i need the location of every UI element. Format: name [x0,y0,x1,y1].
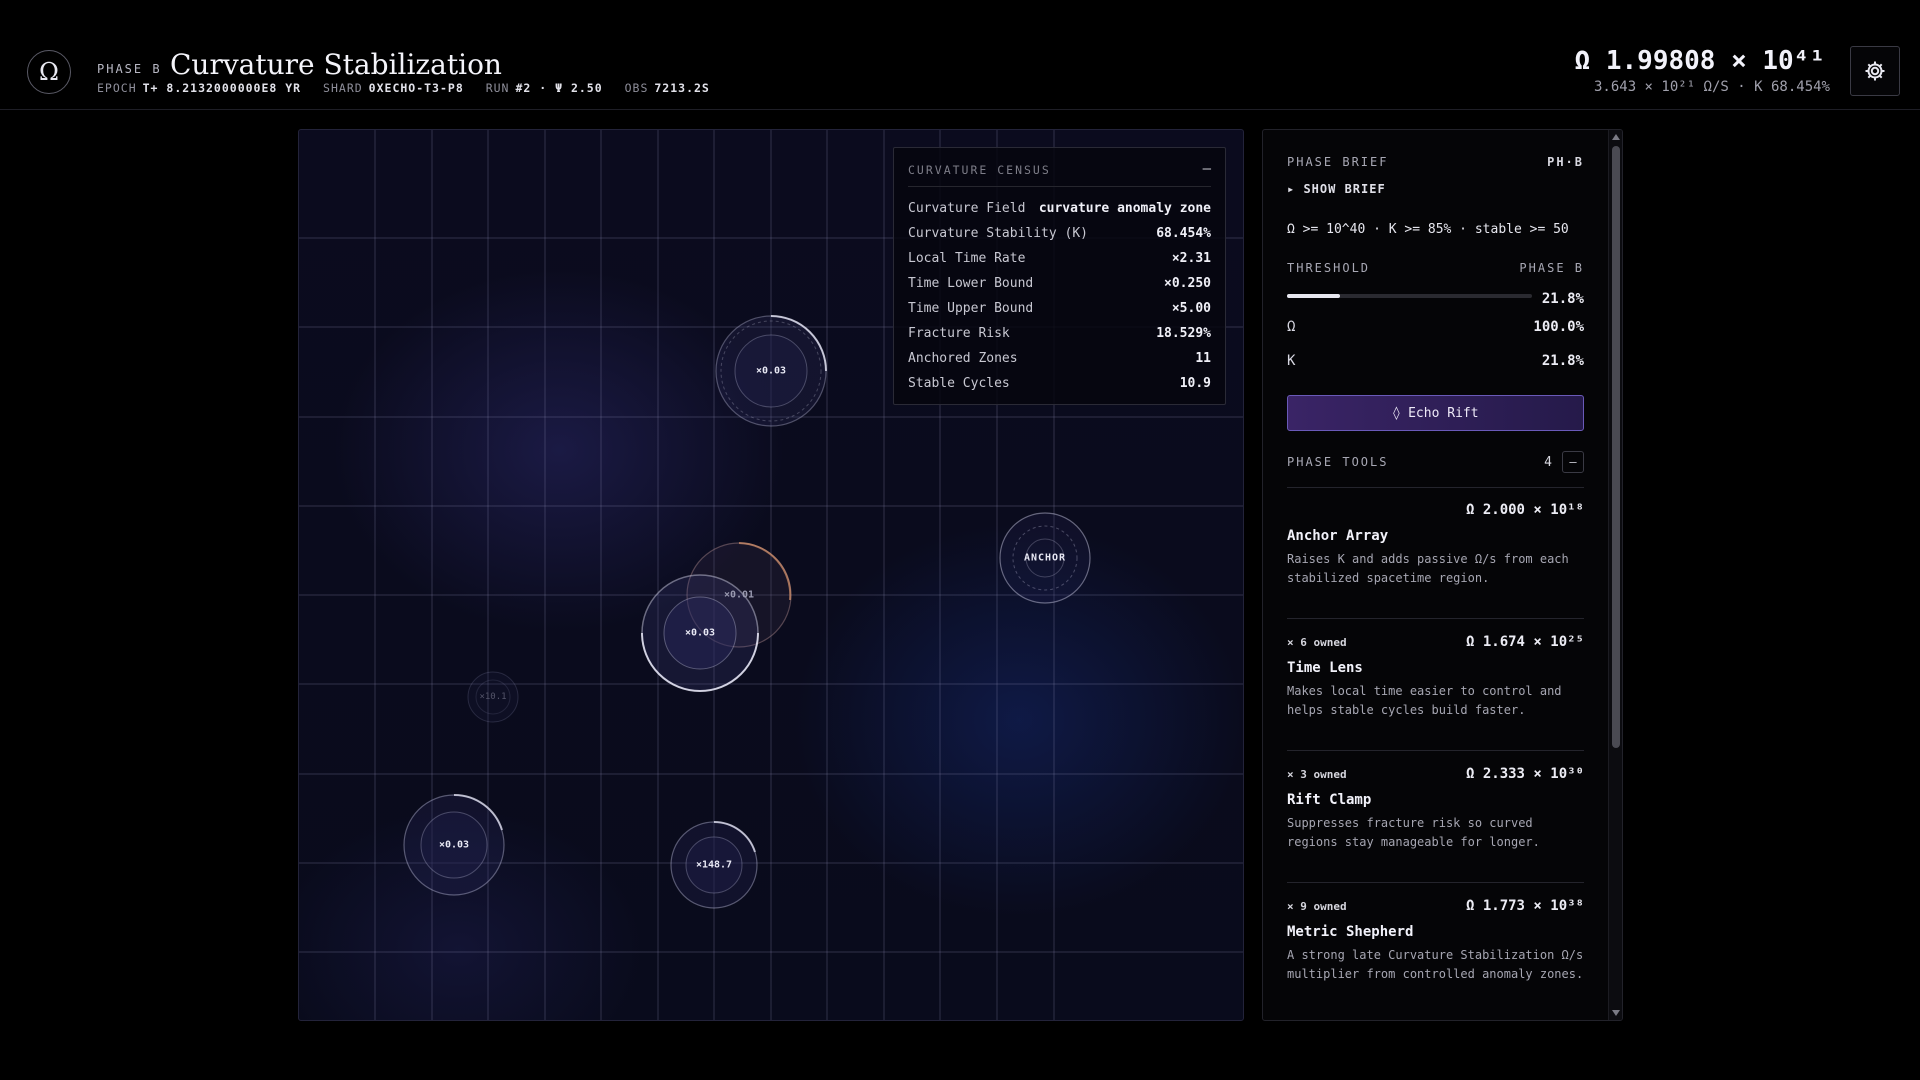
scroll-down-arrow-icon[interactable] [1612,1010,1620,1016]
census-key: Stable Cycles [908,376,1010,391]
threshold-percent: 21.8% [1541,291,1584,307]
tool-name: Metric Shepherd [1287,924,1414,940]
epoch-label: EPOCH [97,81,137,95]
tool-name: Anchor Array [1287,528,1389,544]
scrollbar-thumb[interactable] [1612,146,1620,748]
k-progress-value: 21.8% [1541,353,1584,369]
census-value: 10.9 [1179,376,1211,391]
gear-icon [1865,61,1885,81]
census-value: 68.454% [1156,226,1211,241]
census-value: 11 [1195,351,1211,366]
node-multiplier-label: ×148.7 [695,859,733,871]
tool-owned-count: × 9 owned [1287,899,1347,913]
census-row: Stable Cycles 10.9 [908,371,1211,396]
top-bar: Ω PHASE B Curvature Stabilization EPOCH T… [0,0,1920,110]
tools-count: 4 [1544,454,1552,470]
show-brief-toggle[interactable]: ▸ SHOW BRIEF [1287,182,1584,196]
curvature-census-panel: CURVATURE CENSUS – Curvature Field curvat… [893,147,1226,405]
divider [1287,487,1584,488]
tool-owned-count: × 6 owned [1287,635,1347,649]
obs-value: 7213.2S [654,81,710,95]
phase-goal: Ω >= 10^40 · K >= 85% · stable >= 50 [1287,222,1569,237]
divider [1287,882,1584,883]
census-row: Fracture Risk 18.529% [908,321,1211,346]
tool-cost: Ω 2.000 × 10¹⁸ [1465,502,1584,518]
census-collapse-button[interactable]: – [1203,161,1211,177]
node-multiplier-label: ×0.01 [723,589,755,601]
census-value: ×0.250 [1164,276,1211,291]
run-label: RUN [485,81,510,95]
tool-description: A strong late Curvature Stabilization Ω/… [1287,948,1584,981]
divider [1287,750,1584,751]
tool-card-metric-shepherd[interactable]: × 9 owned Ω 1.773 × 10³⁸ Metric Shepherd… [1287,898,1584,984]
omega-total: Ω 1.99808 × 10⁴¹ [1574,46,1825,76]
census-value: ×5.00 [1171,301,1211,316]
census-key: Time Upper Bound [908,301,1034,316]
tools-collapse-button[interactable]: – [1562,451,1584,473]
node-multiplier-label: ×0.03 [684,627,716,639]
page-title: Curvature Stabilization [170,48,502,81]
tool-description: Makes local time easier to control and h… [1287,684,1562,717]
run-value: #2 · Ψ 2.50 [515,81,603,95]
census-key: Anchored Zones [908,351,1018,366]
census-row: Local Time Rate ×2.31 [908,246,1211,271]
omega-progress-value: 100.0% [1533,319,1584,335]
census-value: ×2.31 [1171,251,1211,266]
scrollbar[interactable] [1608,130,1622,1020]
census-row: Curvature Stability (K) 68.454% [908,221,1211,246]
run-meta: EPOCH T+ 8.2132000000E8 YR SHARD 0XECHO-T3… [97,81,724,95]
threshold-label: THRESHOLD [1287,261,1371,275]
census-key: Fracture Risk [908,326,1010,341]
node-multiplier-label: ×0.03 [438,839,470,851]
scroll-up-arrow-icon[interactable] [1612,134,1620,140]
obs-label: OBS [624,81,649,95]
divider [1287,618,1584,619]
census-row: Curvature Field curvature anomaly zone [908,196,1211,221]
omega-logo-icon: Ω [27,50,71,94]
echo-rift-button[interactable]: ◊ Echo Rift [1287,395,1584,431]
census-key: Curvature Stability (K) [908,226,1089,241]
tool-card-time-lens[interactable]: × 6 owned Ω 1.674 × 10²⁵ Time Lens Makes… [1287,634,1584,720]
tool-cost: Ω 1.674 × 10²⁵ [1465,634,1584,650]
tool-name: Rift Clamp [1287,792,1372,808]
census-row: Time Lower Bound ×0.250 [908,271,1211,296]
omega-progress-label: Ω [1287,319,1296,335]
tool-name: Time Lens [1287,660,1363,676]
census-title: CURVATURE CENSUS [908,163,1051,177]
phase-tools-label: PHASE TOOLS [1287,455,1389,469]
tool-cost: Ω 1.773 × 10³⁸ [1465,898,1584,914]
settings-button[interactable] [1850,46,1900,96]
shard-label: SHARD [323,81,363,95]
tool-cost: Ω 2.333 × 10³⁰ [1465,766,1584,782]
anchor-label: ANCHOR [1023,552,1067,564]
tool-description: Raises K and adds passive Ω/s from each … [1287,552,1569,585]
epoch-value: T+ 8.2132000000E8 YR [142,81,302,95]
census-row: Time Upper Bound ×5.00 [908,296,1211,321]
node-multiplier-label: ×10.1 [479,692,507,702]
omega-rate: 3.643 × 10²¹ Ω/S · K 68.454% [1593,79,1830,95]
phase-tag: PH·B [1547,155,1584,169]
threshold-phase: PHASE B [1519,261,1584,275]
tool-card-anchor-array[interactable]: Ω 2.000 × 10¹⁸ Anchor Array Raises K and… [1287,502,1584,588]
phase-side-panel[interactable]: PHASE BRIEF PH·B ▸ SHOW BRIEF Ω >= 10^40… [1262,129,1623,1021]
phase-label: PHASE B [97,62,162,76]
phase-brief-label: PHASE BRIEF [1287,155,1389,169]
node-multiplier-label: ×0.03 [755,365,787,377]
k-progress-label: K [1287,353,1296,369]
tool-owned-count: × 3 owned [1287,767,1347,781]
divider [908,186,1211,187]
census-key: Curvature Field [908,201,1026,216]
census-key: Local Time Rate [908,251,1026,266]
shard-value: 0XECHO-T3-P8 [368,81,464,95]
tool-description: Suppresses fracture risk so curved regio… [1287,816,1540,849]
tool-card-rift-clamp[interactable]: × 3 owned Ω 2.333 × 10³⁰ Rift Clamp Supp… [1287,766,1584,852]
census-key: Time Lower Bound [908,276,1034,291]
census-row: Anchored Zones 11 [908,346,1211,371]
census-value: curvature anomaly zone [1038,201,1211,216]
census-value: 18.529% [1156,326,1211,341]
